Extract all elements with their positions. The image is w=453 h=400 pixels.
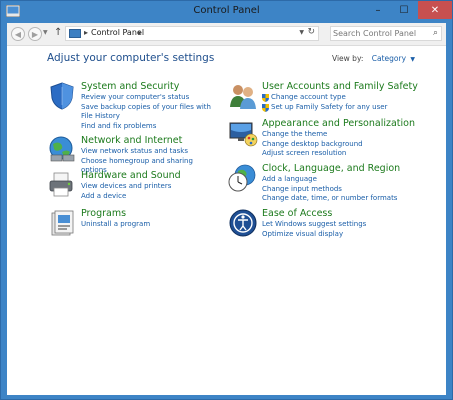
category-title[interactable]: Clock, Language, and Region (262, 163, 400, 174)
search-input[interactable] (333, 27, 423, 40)
recent-locations-chevron-icon[interactable]: ▼ (43, 29, 48, 36)
search-icon[interactable]: ⌕ (433, 28, 438, 38)
programs-icon[interactable] (47, 208, 77, 238)
category-link[interactable]: View devices and printers (81, 182, 211, 192)
category-link[interactable]: Change desktop background (262, 140, 412, 150)
category-links: Let Windows suggest settings Optimize vi… (262, 220, 412, 239)
category-hardware-and-sound: Hardware and Sound View devices and prin… (47, 170, 217, 210)
category-link[interactable]: Change input methods (262, 185, 412, 195)
category-ease-of-access: Ease of Access Let Windows suggest setti… (228, 208, 428, 248)
category-user-accounts-and-family-safety: User Accounts and Family Safety Change a… (228, 81, 428, 121)
breadcrumb-control-panel[interactable]: Control Panel (91, 28, 144, 37)
category-title[interactable]: Ease of Access (262, 208, 332, 219)
shield-icon[interactable] (47, 81, 77, 111)
clock-globe-icon[interactable] (228, 163, 258, 193)
category-links: Change the theme Change desktop backgrou… (262, 130, 412, 159)
up-arrow-icon[interactable]: ↑ (54, 27, 62, 38)
category-link[interactable]: Optimize visual display (262, 230, 412, 240)
category-system-and-security: System and Security Review your computer… (47, 81, 217, 131)
category-link[interactable]: Find and fix problems (81, 122, 211, 132)
address-path-box[interactable]: ▸ Control Panel ▸ ▼ ↻ (65, 26, 319, 41)
title-bar[interactable]: Control Panel – ☐ ✕ (1, 1, 452, 23)
category-links: View devices and printers Add a device (81, 182, 211, 201)
category-appearance-and-personalization: Appearance and Personalization Change th… (228, 118, 428, 168)
uac-shield-icon (262, 94, 269, 102)
chevron-down-icon[interactable]: ▼ (410, 56, 415, 63)
globe-network-icon[interactable] (47, 135, 77, 165)
category-programs: Programs Uninstall a program (47, 208, 217, 238)
content-area: ◀ ▶ ▼ ↑ ▸ Control Panel ▸ ▼ ↻ ⌕ Adjust y… (7, 23, 446, 395)
category-links: Add a language Change input methods Chan… (262, 175, 412, 204)
category-title[interactable]: System and Security (81, 81, 179, 92)
category-link[interactable]: Review your computer's status (81, 93, 211, 103)
breadcrumb-chevron-icon[interactable]: ▸ (84, 28, 88, 37)
control-panel-path-icon (69, 29, 81, 38)
category-links: Change account type Set up Family Safety… (262, 93, 412, 112)
category-title[interactable]: Hardware and Sound (81, 170, 181, 181)
address-dropdown-chevron-icon[interactable]: ▼ (299, 29, 304, 36)
close-button[interactable]: ✕ (418, 1, 452, 19)
category-link[interactable]: Change the theme (262, 130, 412, 140)
view-by-control: View by: Category ▼ (332, 54, 415, 63)
category-link[interactable]: Uninstall a program (81, 220, 211, 230)
view-by-label: View by: (332, 54, 364, 63)
category-link[interactable]: Save backup copies of your files with Fi… (81, 103, 211, 122)
monitor-palette-icon[interactable] (228, 118, 258, 148)
users-icon[interactable] (228, 81, 258, 111)
arrow-right-icon: ▶ (31, 29, 39, 39)
category-title[interactable]: Network and Internet (81, 135, 182, 146)
category-network-and-internet: Network and Internet View network status… (47, 135, 217, 175)
category-link[interactable]: Adjust screen resolution (262, 149, 412, 159)
search-box[interactable]: ⌕ (330, 26, 442, 41)
category-links: Uninstall a program (81, 220, 211, 230)
ease-of-access-icon[interactable] (228, 208, 258, 238)
arrow-left-icon: ◀ (14, 29, 22, 39)
category-link[interactable]: Change account type (262, 93, 412, 103)
breadcrumb-chevron-icon[interactable]: ▸ (138, 28, 142, 37)
category-link[interactable]: Change date, time, or number formats (262, 194, 412, 204)
forward-button[interactable]: ▶ (28, 27, 42, 41)
category-link[interactable]: Add a device (81, 192, 211, 202)
maximize-button[interactable]: ☐ (391, 1, 417, 19)
category-title[interactable]: Programs (81, 208, 126, 219)
category-link[interactable]: View network status and tasks (81, 147, 211, 157)
category-link[interactable]: Add a language (262, 175, 412, 185)
category-link-label[interactable]: Change account type (271, 93, 346, 103)
printer-icon[interactable] (47, 170, 77, 200)
category-title[interactable]: Appearance and Personalization (262, 118, 415, 129)
control-panel-window: Control Panel – ☐ ✕ ◀ ▶ ▼ ↑ ▸ Control Pa… (0, 0, 453, 400)
page-heading: Adjust your computer's settings (47, 52, 215, 64)
view-by-dropdown[interactable]: Category (372, 54, 406, 63)
category-title[interactable]: User Accounts and Family Safety (262, 81, 418, 92)
refresh-icon[interactable]: ↻ (307, 27, 315, 37)
category-link-label[interactable]: Set up Family Safety for any user (271, 103, 387, 113)
category-clock-language-and-region: Clock, Language, and Region Add a langua… (228, 163, 428, 213)
category-link[interactable]: Let Windows suggest settings (262, 220, 412, 230)
category-link[interactable]: Set up Family Safety for any user (262, 103, 412, 113)
minimize-button[interactable]: – (365, 1, 391, 19)
category-links: Review your computer's status Save backu… (81, 93, 211, 131)
back-button[interactable]: ◀ (11, 27, 25, 41)
address-bar: ◀ ▶ ▼ ↑ ▸ Control Panel ▸ ▼ ↻ ⌕ (7, 23, 446, 46)
uac-shield-icon (262, 103, 269, 112)
